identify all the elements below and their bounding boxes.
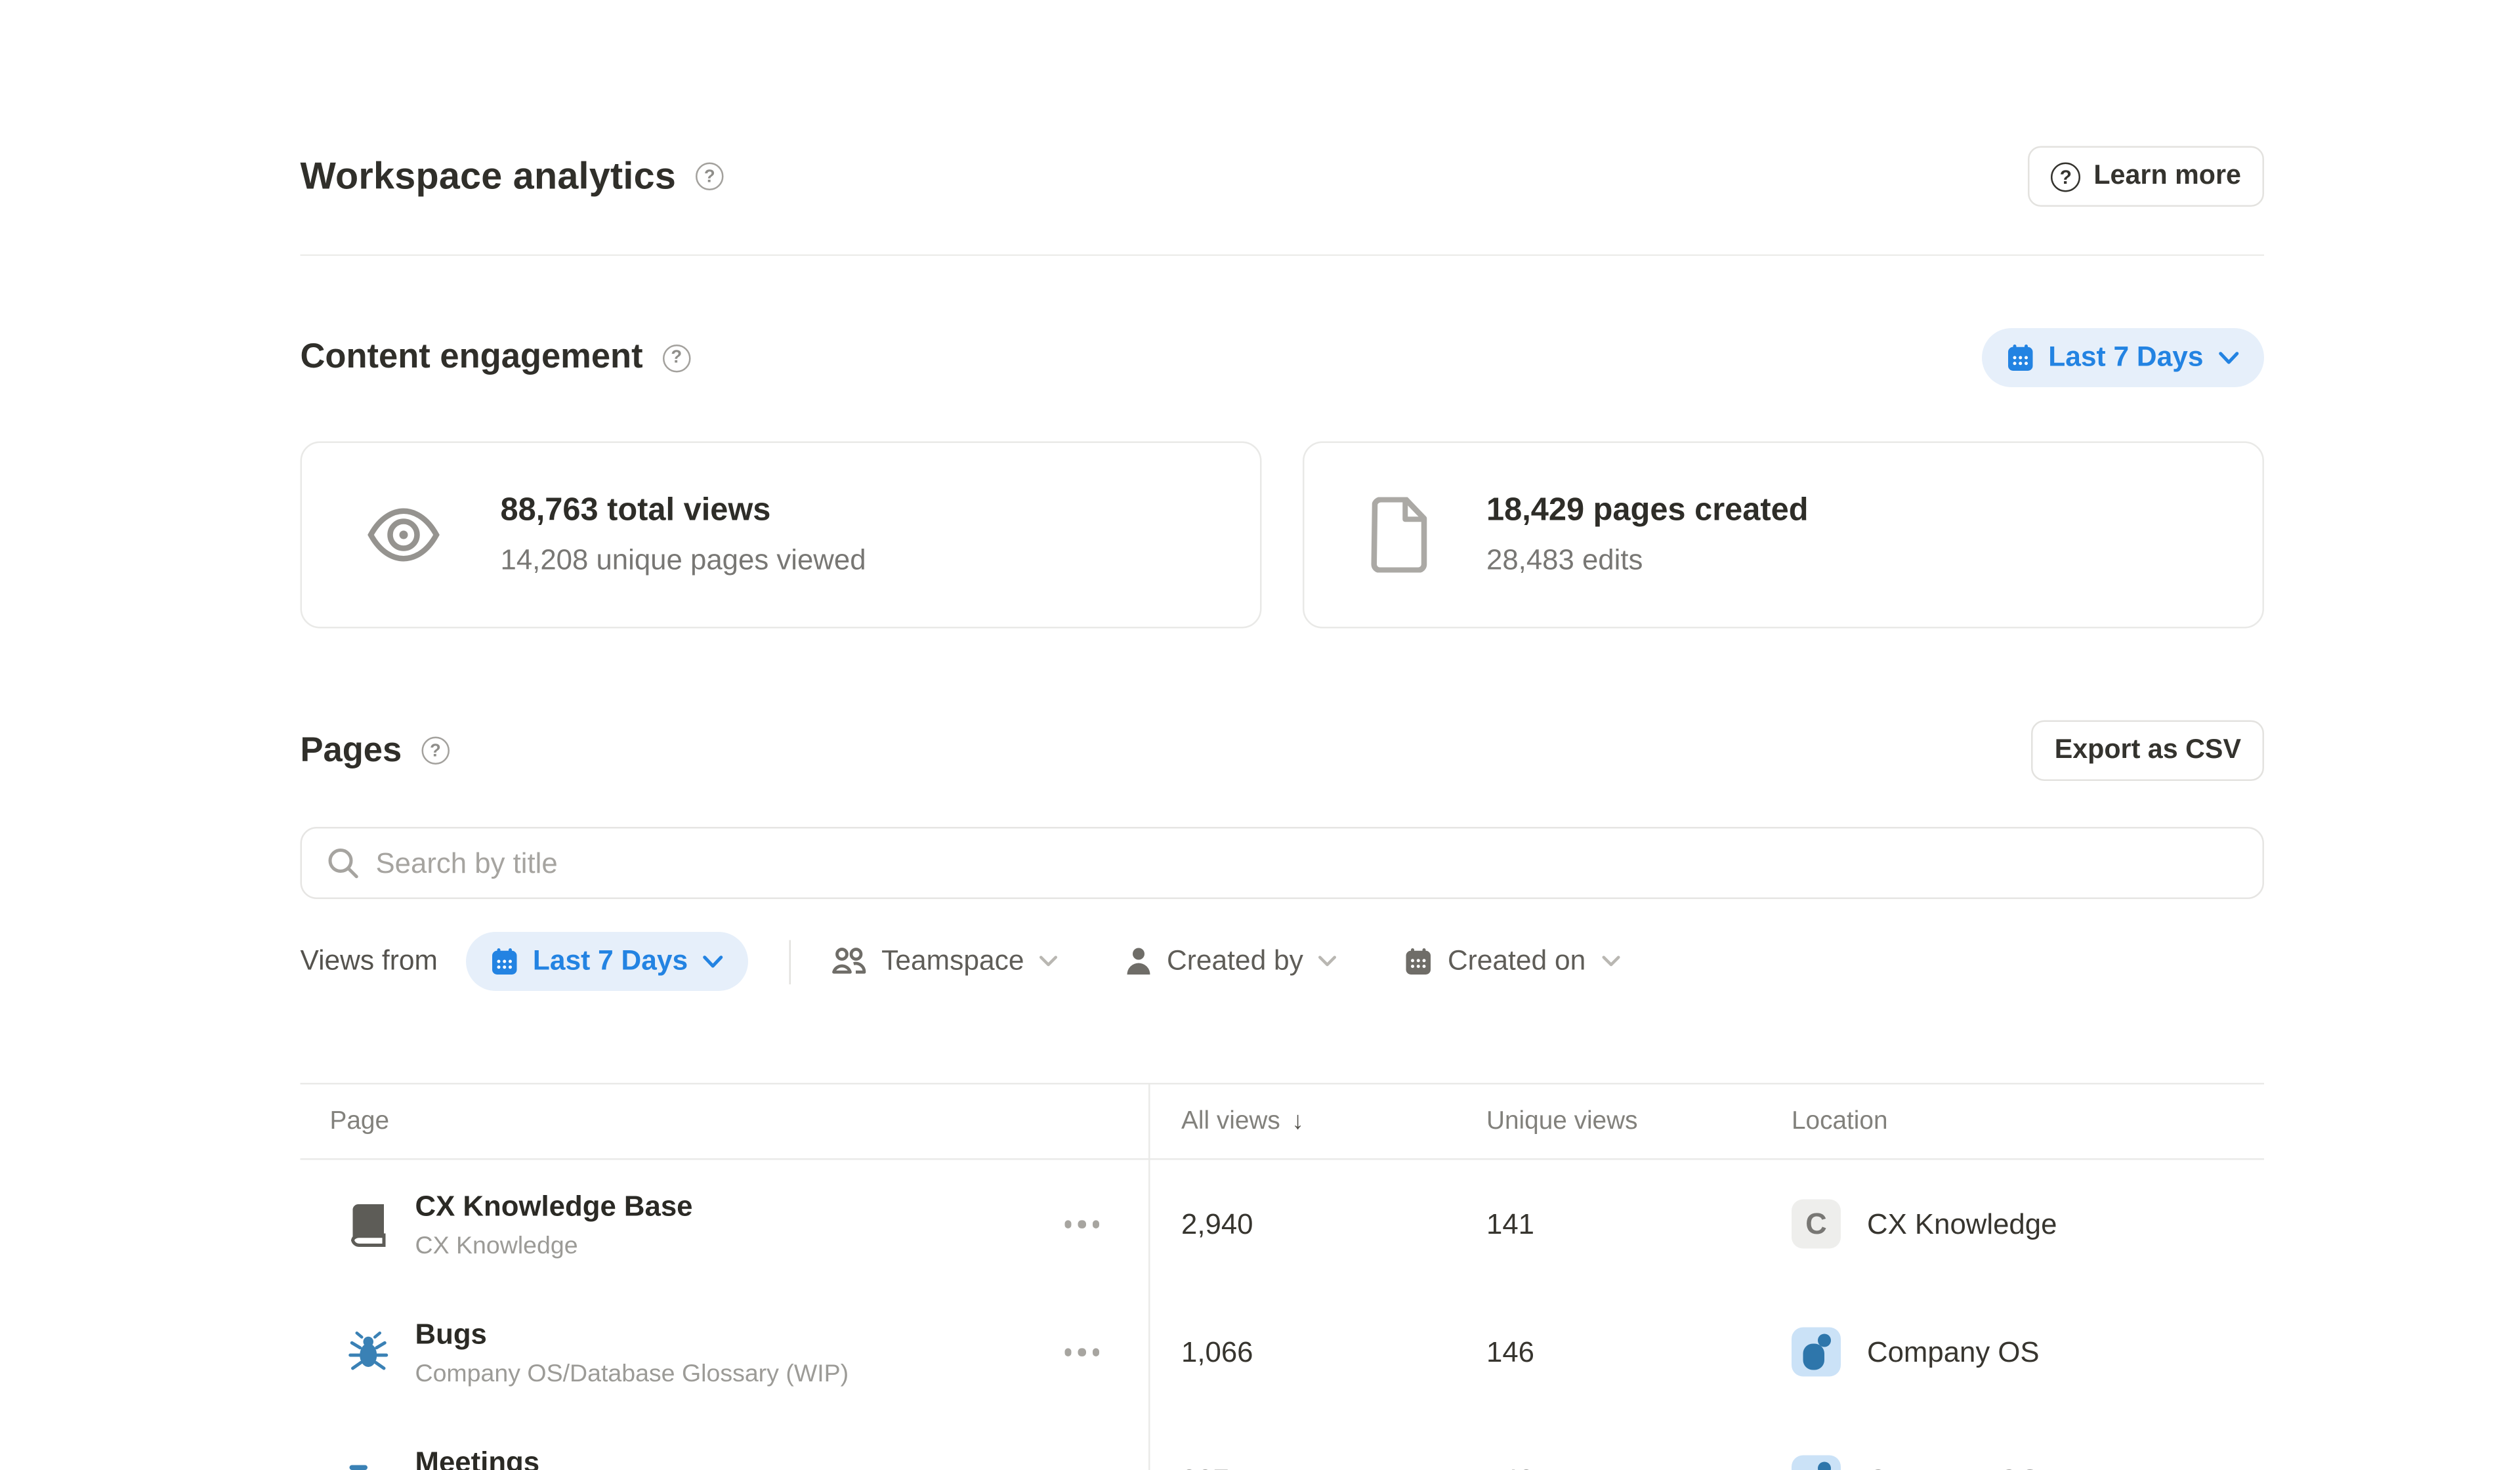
page-title-link[interactable]: CX Knowledge Base <box>415 1188 693 1223</box>
all-views-value: 837 <box>1148 1416 1454 1470</box>
help-icon[interactable]: ? <box>696 163 724 191</box>
filter-bar: Views from Last 7 Days <box>301 932 2265 991</box>
sort-desc-icon: ↓ <box>1292 1108 1304 1136</box>
table-row: CX Knowledge Base CX Knowledge 2,940 141… <box>301 1160 2265 1288</box>
location-label: Company OS <box>1867 1335 2040 1370</box>
calendar-icon <box>2006 344 2034 372</box>
page-title: Workspace analytics ? <box>301 154 724 199</box>
export-csv-label: Export as CSV <box>2055 735 2241 766</box>
more-actions-icon[interactable] <box>1064 1348 1099 1355</box>
all-views-value: 1,066 <box>1148 1288 1454 1416</box>
chevron-down-icon <box>1601 955 1620 968</box>
unique-pages-viewed-value: 14,208 unique pages viewed <box>501 543 866 578</box>
unique-views-value: 141 <box>1454 1160 1759 1288</box>
location-avatar: C <box>1792 1200 1841 1249</box>
chevron-down-icon <box>2218 350 2240 366</box>
section-divider <box>301 255 2265 257</box>
content-engagement-header: Content engagement ? Last 7 Days <box>301 328 2265 387</box>
search-bar <box>301 827 2265 899</box>
page-subtitle: Company OS/Database Glossary (WIP) <box>415 1359 849 1387</box>
location-cell[interactable]: Company OS <box>1759 1288 2264 1416</box>
all-views-header-label: All views <box>1181 1106 1280 1136</box>
unique-views-value: 146 <box>1454 1288 1759 1416</box>
chevron-down-icon <box>1039 955 1059 968</box>
page-cell[interactable]: Bugs Company OS/Database Glossary (WIP) <box>301 1288 1149 1416</box>
filter-separator <box>789 939 791 984</box>
calendar-icon <box>1405 948 1433 976</box>
meeting-notes-icon <box>346 1460 389 1470</box>
chevron-down-icon <box>703 954 724 969</box>
teamspace-icon <box>832 947 867 976</box>
edits-value: 28,483 edits <box>1486 543 1809 578</box>
table-row: Bugs Company OS/Database Glossary (WIP) … <box>301 1288 2265 1416</box>
views-date-filter-dropdown[interactable]: Last 7 Days <box>465 932 748 991</box>
all-views-value: 2,940 <box>1148 1160 1454 1288</box>
created-on-filter-label: Created on <box>1448 945 1586 978</box>
location-cell[interactable]: Company OS <box>1759 1416 2264 1470</box>
created-on-filter-dropdown[interactable]: Created on <box>1405 945 1620 978</box>
total-views-value: 88,763 total views <box>501 492 866 530</box>
created-by-filter-label: Created by <box>1167 945 1303 978</box>
date-range-dropdown[interactable]: Last 7 Days <box>1981 328 2264 387</box>
person-icon <box>1126 947 1152 976</box>
pages-title: Pages ? <box>301 731 450 770</box>
page-subtitle: CX Knowledge <box>415 1231 693 1259</box>
teamspace-filter-dropdown[interactable]: Teamspace <box>832 945 1059 978</box>
location-cell[interactable]: C CX Knowledge <box>1759 1160 2264 1288</box>
calendar-icon <box>490 948 518 976</box>
column-header-unique-views[interactable]: Unique views <box>1454 1085 1759 1159</box>
export-csv-button[interactable]: Export as CSV <box>2032 721 2264 782</box>
learn-more-button[interactable]: ? Learn more <box>2028 146 2264 207</box>
column-header-all-views[interactable]: All views ↓ <box>1148 1085 1454 1159</box>
page-cell[interactable]: Meetings Company OS <box>301 1416 1149 1470</box>
unique-views-value: 143 <box>1454 1416 1759 1470</box>
page-title-text: Workspace analytics <box>301 154 677 199</box>
location-label: CX Knowledge <box>1867 1207 2057 1242</box>
pages-created-value: 18,429 pages created <box>1486 492 1809 530</box>
table-row: Meetings Company OS 837 143 Company OS <box>301 1416 2265 1470</box>
search-input[interactable] <box>301 827 2265 899</box>
column-divider <box>1148 1085 1150 1470</box>
teamspace-filter-label: Teamspace <box>881 945 1024 978</box>
eye-icon <box>364 505 443 564</box>
column-header-page[interactable]: Page <box>301 1085 1149 1159</box>
pages-title-text: Pages <box>301 731 402 770</box>
more-actions-icon[interactable] <box>1064 1220 1099 1227</box>
location-avatar <box>1792 1328 1841 1377</box>
book-icon <box>346 1202 389 1246</box>
page-title-link[interactable]: Meetings <box>415 1444 563 1470</box>
column-header-location[interactable]: Location <box>1759 1085 2264 1159</box>
search-icon <box>327 847 360 879</box>
page-icon <box>1367 497 1429 573</box>
location-avatar <box>1792 1456 1841 1470</box>
pages-created-card: 18,429 pages created 28,483 edits <box>1303 442 2264 629</box>
bug-icon <box>346 1331 389 1374</box>
content-engagement-title-text: Content engagement <box>301 338 643 377</box>
pages-header: Pages ? Export as CSV <box>301 721 2265 782</box>
table-header-row: Page All views ↓ Unique views Location <box>301 1085 2265 1160</box>
help-icon[interactable]: ? <box>663 344 691 372</box>
content-engagement-title: Content engagement ? <box>301 338 691 377</box>
created-by-filter-dropdown[interactable]: Created by <box>1126 945 1338 978</box>
chevron-down-icon <box>1318 955 1337 968</box>
workspace-analytics-header: Workspace analytics ? ? Learn more <box>301 0 2265 207</box>
views-date-filter-label: Last 7 Days <box>533 945 688 978</box>
help-circle-icon: ? <box>2051 161 2080 191</box>
pages-table: Page All views ↓ Unique views Location <box>301 1083 2265 1470</box>
page-cell[interactable]: CX Knowledge Base CX Knowledge <box>301 1160 1149 1288</box>
views-from-label: Views from <box>301 945 438 978</box>
total-views-card: 88,763 total views 14,208 unique pages v… <box>301 442 1262 629</box>
page-title-link[interactable]: Bugs <box>415 1316 849 1351</box>
learn-more-label: Learn more <box>2093 161 2241 192</box>
date-range-label: Last 7 Days <box>2048 341 2203 374</box>
location-label: Company OS <box>1867 1463 2040 1470</box>
help-icon[interactable]: ? <box>421 737 450 765</box>
